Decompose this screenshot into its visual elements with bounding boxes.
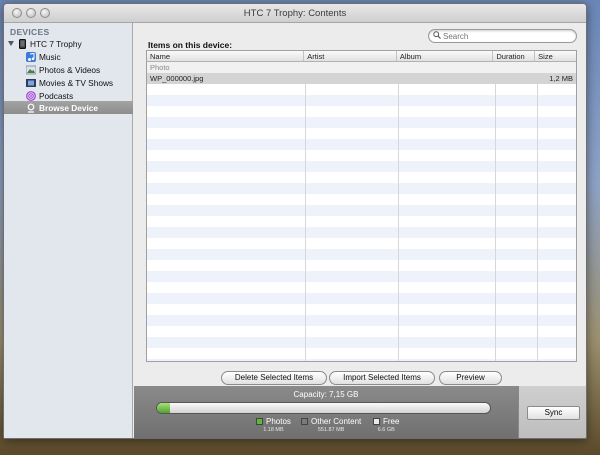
row-name: WP_000000.jpg [150,74,204,83]
music-note-icon [26,51,36,62]
column-divider [305,62,306,361]
search-field[interactable] [428,29,577,43]
sidebar-item-label: Movies & TV Shows [39,77,114,88]
main-content: Items on this device: Name Artist Album … [134,23,586,386]
sidebar-item-movies-tv[interactable]: Movies & TV Shows [26,76,132,89]
items-heading: Items on this device: [148,40,233,50]
column-divider [537,62,538,361]
sidebar-device-label: HTC 7 Trophy [30,38,82,49]
sidebar-header: DEVICES [10,27,50,37]
podcast-icon [26,90,36,101]
sidebar: DEVICES HTC 7 Trophy Music Photos & Vide… [4,23,133,438]
table-body [147,62,576,361]
phone-icon [17,38,27,49]
capacity-bar [156,402,491,414]
capacity-panel: Capacity: 7,15 GB Photos 1.18 MB Other C… [134,386,586,438]
sidebar-item-label: Podcasts [39,90,74,101]
legend-value: 1.18 MB [263,427,284,433]
legend-free: Free 6.6 GB [373,417,399,433]
legend-other: Other Content 551.87 MB [301,417,361,433]
sidebar-item-music[interactable]: Music [26,50,132,63]
sidebar-item-browse-device[interactable]: Browse Device [4,101,133,114]
column-divider [398,62,399,361]
sidebar-item-label: Photos & Videos [39,64,101,75]
row-size: 1,2 MB [549,74,573,83]
items-table[interactable]: Name Artist Album Duration Size Photo WP… [146,50,577,362]
title-bar[interactable]: HTC 7 Trophy: Contents [4,4,586,23]
table-header: Name Artist Album Duration Size [147,51,576,62]
sidebar-device[interactable]: HTC 7 Trophy [8,37,132,50]
legend-swatch [301,418,308,425]
sync-button[interactable]: Sync [527,406,580,420]
column-header-name[interactable]: Name [147,51,305,61]
legend-label: Free [383,417,400,426]
column-header-duration[interactable]: Duration [493,51,536,61]
table-row[interactable]: WP_000000.jpg 1,2 MB [147,73,576,84]
legend-swatch [256,418,263,425]
window-title: HTC 7 Trophy: Contents [243,8,347,19]
sidebar-item-label: Music [39,51,61,62]
column-header-artist[interactable]: Artist [304,51,397,61]
legend-label: Other Content [311,417,362,426]
sidebar-item-label: Browse Device [39,102,99,113]
search-icon [433,31,441,41]
preview-button[interactable]: Preview [439,371,502,385]
capacity-label: Capacity: 7,15 GB [293,390,359,399]
legend-photos: Photos 1.18 MB [256,417,291,433]
legend-value: 6.6 GB [377,427,395,433]
delete-selected-button[interactable]: Delete Selected Items [221,371,327,385]
film-icon [26,78,36,88]
column-divider [495,62,496,361]
legend-value: 551.87 MB [317,427,345,433]
column-header-album[interactable]: Album [397,51,494,61]
group-header-photo: Photo [147,62,576,73]
disclosure-triangle-icon[interactable] [8,41,14,46]
import-selected-button[interactable]: Import Selected Items [329,371,435,385]
search-input[interactable] [443,31,563,41]
contents-window: HTC 7 Trophy: Contents DEVICES HTC 7 Tro… [3,3,587,439]
sidebar-item-photos-videos[interactable]: Photos & Videos [26,63,132,76]
capacity-bar-photos [157,403,171,413]
browse-device-icon [26,103,36,113]
legend-label: Photos [266,417,291,426]
photos-icon [26,65,36,75]
legend-swatch [373,418,380,425]
column-header-size[interactable]: Size [535,51,576,61]
